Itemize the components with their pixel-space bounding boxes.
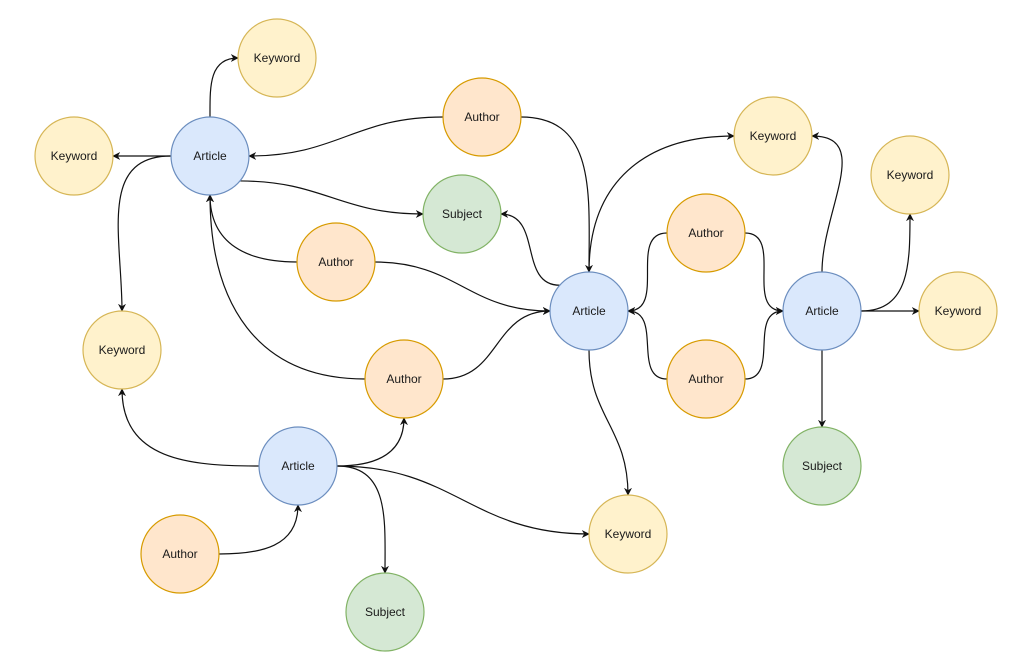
edge-Au4-to-A2 bbox=[218, 504, 302, 555]
edge-Au2-to-A3 bbox=[374, 261, 551, 315]
node-label: Keyword bbox=[750, 129, 797, 143]
node-label: Keyword bbox=[887, 168, 934, 182]
node-keyword[interactable]: Keyword bbox=[918, 271, 998, 351]
edge-A2-to-K3 bbox=[118, 388, 260, 467]
node-keyword[interactable]: Keyword bbox=[237, 18, 317, 98]
node-label: Keyword bbox=[254, 51, 301, 65]
node-keyword[interactable]: Keyword bbox=[588, 494, 668, 574]
node-article[interactable]: Article bbox=[782, 271, 862, 351]
node-article[interactable]: Article bbox=[258, 426, 338, 506]
edge-A2-to-S2 bbox=[336, 465, 390, 574]
node-author[interactable]: Author bbox=[442, 77, 522, 157]
edge-A3-to-K7 bbox=[588, 349, 632, 496]
node-label: Author bbox=[464, 110, 499, 124]
node-label: Keyword bbox=[605, 527, 652, 541]
node-author[interactable]: Author bbox=[296, 222, 376, 302]
knowledge-graph-diagram: Keyword Keyword Article Author Subject Author… bbox=[34, 18, 998, 652]
edge-Au1-to-A1 bbox=[248, 116, 444, 160]
node-label: Subject bbox=[365, 605, 406, 619]
node-label: Keyword bbox=[935, 304, 982, 318]
node-label: Author bbox=[688, 372, 723, 386]
node-article[interactable]: Article bbox=[549, 271, 629, 351]
node-label: Article bbox=[805, 304, 839, 318]
nodes: Keyword Keyword Article Author Subject Author… bbox=[34, 18, 998, 652]
node-article[interactable]: Article bbox=[170, 116, 250, 196]
edge-A4-to-K5 bbox=[860, 213, 914, 312]
node-label: Subject bbox=[442, 207, 483, 221]
edge-Au3-to-A3 bbox=[442, 307, 551, 380]
node-keyword[interactable]: Keyword bbox=[733, 96, 813, 176]
edge-Au6-to-A4 bbox=[744, 307, 784, 380]
edge-Au6-to-A3 bbox=[627, 307, 668, 380]
node-keyword[interactable]: Keyword bbox=[82, 310, 162, 390]
node-label: Author bbox=[162, 547, 197, 561]
edge-Au2-to-A1 bbox=[206, 194, 298, 263]
edge-A2-to-Au3 bbox=[336, 417, 408, 467]
node-label: Keyword bbox=[51, 149, 98, 163]
node-author[interactable]: Author bbox=[666, 193, 746, 273]
node-label: Author bbox=[386, 372, 421, 386]
node-label: Article bbox=[572, 304, 606, 318]
node-author[interactable]: Author bbox=[666, 339, 746, 419]
edge-A2-to-K7 bbox=[336, 465, 590, 538]
edge-Au5-to-A3 bbox=[627, 232, 668, 315]
node-label: Keyword bbox=[99, 343, 146, 357]
node-label: Article bbox=[193, 149, 227, 163]
node-label: Author bbox=[688, 226, 723, 240]
edge-A4-to-K4 bbox=[811, 132, 843, 273]
node-label: Author bbox=[318, 255, 353, 269]
edge-Au1-to-A3 bbox=[520, 116, 594, 273]
node-subject[interactable]: Subject bbox=[422, 174, 502, 254]
edge-A1-to-K3 bbox=[117, 155, 172, 312]
edge-Au5-to-A4 bbox=[744, 232, 784, 315]
node-keyword[interactable]: Keyword bbox=[870, 135, 950, 215]
edge-A3-to-S1 bbox=[500, 210, 560, 286]
node-keyword[interactable]: Keyword bbox=[34, 116, 114, 196]
node-author[interactable]: Author bbox=[140, 514, 220, 594]
node-label: Article bbox=[281, 459, 315, 473]
node-subject[interactable]: Subject bbox=[345, 572, 425, 652]
node-label: Subject bbox=[802, 459, 843, 473]
edge-A1-to-S1 bbox=[240, 180, 424, 218]
edge-A1-to-K1 bbox=[209, 54, 239, 118]
node-author[interactable]: Author bbox=[364, 339, 444, 419]
node-subject[interactable]: Subject bbox=[782, 426, 862, 506]
